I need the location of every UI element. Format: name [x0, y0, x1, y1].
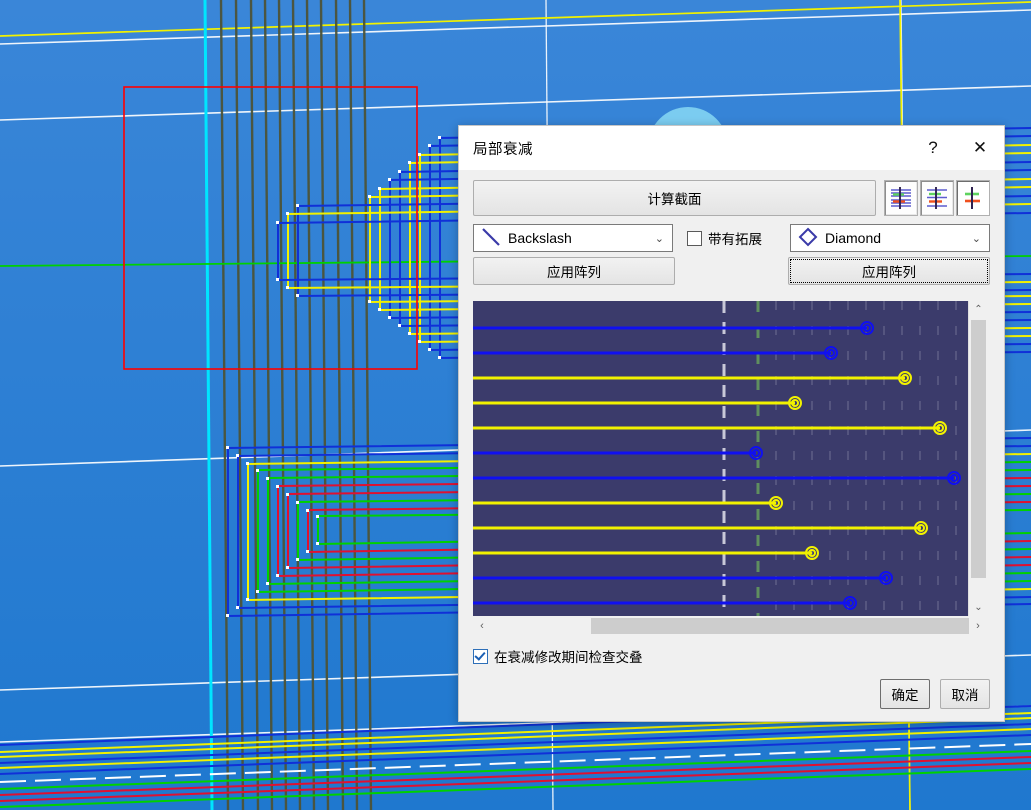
- apply-array-right-button[interactable]: 应用阵列: [788, 257, 990, 285]
- extend-checkbox[interactable]: 带有拓展: [687, 228, 762, 248]
- vscroll-track[interactable]: [969, 318, 988, 599]
- dialog-title: 局部衰减: [473, 141, 533, 158]
- scroll-down-icon[interactable]: ⌄: [969, 599, 988, 616]
- attenuation-chart[interactable]: [473, 301, 968, 616]
- pattern-selector-row: Backslash ⌄ 带有拓展 Diamond ⌄: [473, 224, 990, 252]
- scroll-up-icon[interactable]: ⌃: [969, 301, 988, 318]
- align-center-icon[interactable]: [920, 180, 954, 216]
- local-attenuation-dialog: 局部衰减 ? ✕ 计算截面 Backslash ⌄ 带有拓展 Diamond ⌄…: [458, 125, 1005, 722]
- backslash-icon: [480, 226, 502, 251]
- hscroll-track[interactable]: [491, 616, 969, 636]
- extend-checkbox-label: 带有拓展: [708, 232, 762, 247]
- apply-row: 应用阵列 应用阵列: [473, 257, 990, 285]
- calculate-section-button[interactable]: 计算截面: [473, 180, 876, 216]
- overlap-checkbox-label: 在衰减修改期间检查交叠: [494, 650, 643, 665]
- align-cross-icon[interactable]: [956, 180, 990, 216]
- extend-checkbox-box[interactable]: [687, 230, 702, 246]
- chart-horizontal-scrollbar[interactable]: ‹ ›: [473, 616, 987, 636]
- dialog-titlebar[interactable]: 局部衰减 ? ✕: [459, 126, 1004, 170]
- scroll-left-icon[interactable]: ‹: [473, 616, 491, 636]
- close-icon[interactable]: ✕: [956, 126, 1004, 170]
- overlap-checkbox[interactable]: 在衰减修改期间检查交叠: [473, 646, 990, 666]
- row3-spacer: [675, 257, 788, 285]
- help-icon[interactable]: ?: [910, 126, 956, 170]
- hscroll-thumb[interactable]: [591, 618, 969, 634]
- diamond-icon: [797, 226, 819, 251]
- chevron-down-icon[interactable]: ⌄: [655, 232, 664, 245]
- dialog-body: 计算截面 Backslash ⌄ 带有拓展 Diamond ⌄ 应用阵列 应用阵…: [459, 170, 1004, 721]
- left-pattern-combo[interactable]: Backslash ⌄: [473, 224, 673, 252]
- view-mode-iconbar: [884, 180, 990, 216]
- ok-button[interactable]: 确定: [880, 679, 930, 709]
- overlap-checkbox-box[interactable]: [473, 648, 488, 664]
- vscroll-thumb[interactable]: [971, 320, 986, 578]
- calc-row: 计算截面: [473, 180, 990, 216]
- chart-vertical-scrollbar[interactable]: ⌃ ⌄: [968, 301, 988, 616]
- chart-background: [473, 301, 968, 616]
- apply-array-left-button[interactable]: 应用阵列: [473, 257, 675, 285]
- right-pattern-combo[interactable]: Diamond ⌄: [790, 224, 990, 252]
- chevron-down-icon-right[interactable]: ⌄: [972, 232, 981, 245]
- left-pattern-value: Backslash: [508, 230, 572, 246]
- align-rows-icon[interactable]: [884, 180, 918, 216]
- dialog-footer: 确定 取消: [473, 679, 990, 721]
- right-pattern-value: Diamond: [825, 230, 882, 246]
- cancel-button[interactable]: 取消: [940, 679, 990, 709]
- attenuation-chart-wrap: ⌃ ⌄: [473, 301, 990, 616]
- scroll-right-icon[interactable]: ›: [969, 616, 987, 636]
